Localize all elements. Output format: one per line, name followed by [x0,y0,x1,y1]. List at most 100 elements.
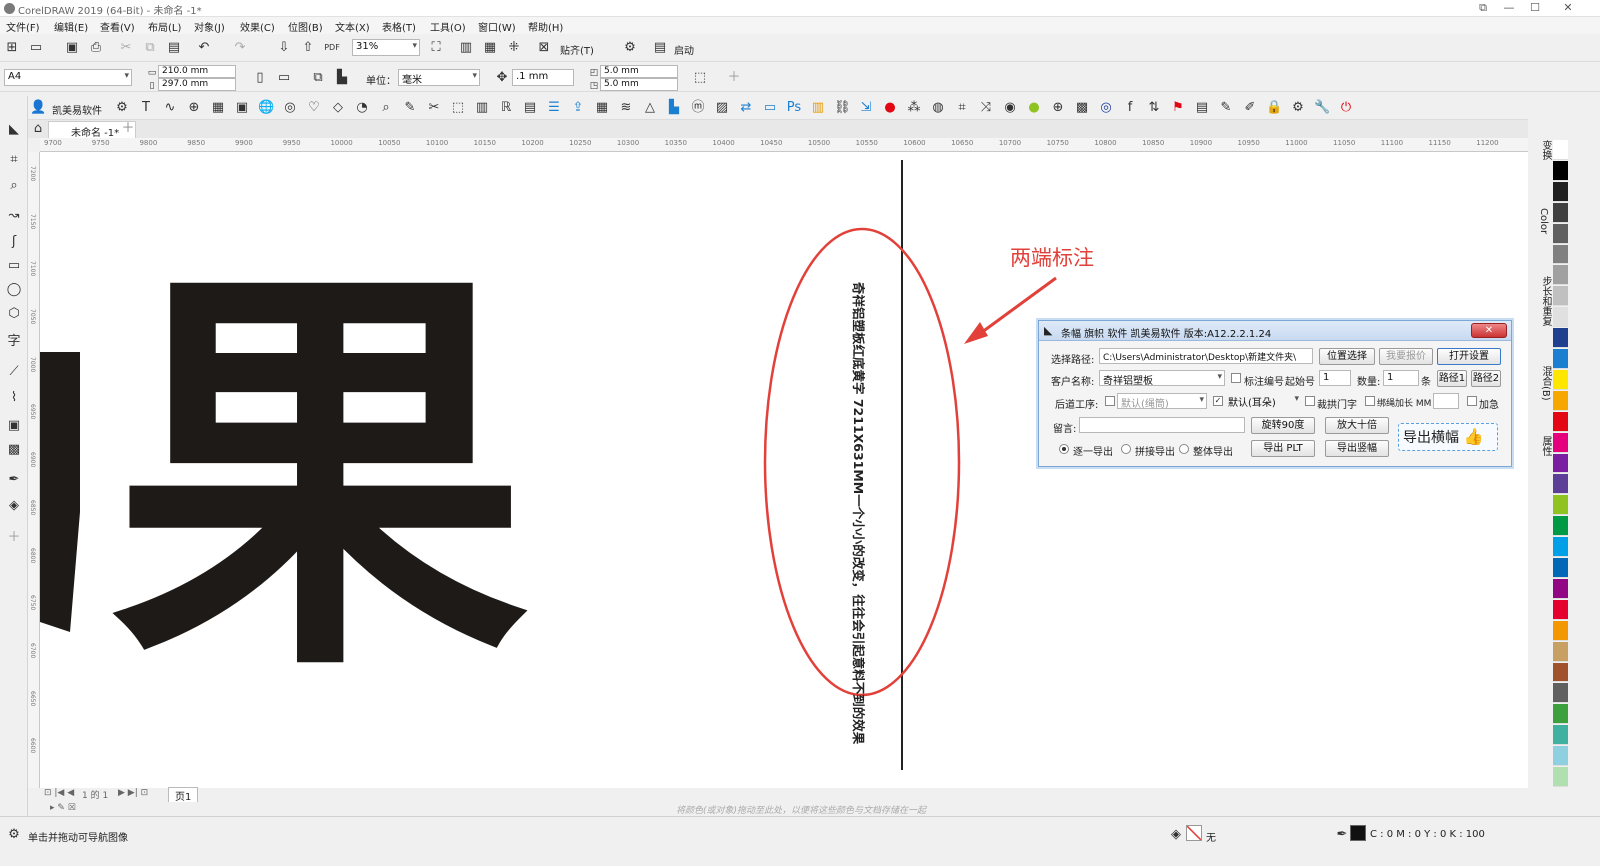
palette-swatch[interactable] [1553,725,1568,746]
add-icon[interactable]: ＋ [726,70,742,86]
duplicate-x-input[interactable]: 5.0 mm [600,65,678,78]
palette-swatch[interactable] [1553,244,1568,265]
copy-icon[interactable]: ⧉ [142,40,158,56]
menu-help[interactable]: 帮助(H) [528,19,563,34]
plugin-matrix-icon[interactable]: ▦ [594,100,610,116]
cut-icon[interactable]: ✂ [118,40,134,56]
nudge-distance-input[interactable]: .1 mm [512,69,574,86]
fill-bucket-icon[interactable]: ◈ [1168,827,1184,843]
palette-swatch[interactable] [1553,286,1568,307]
palette-swatch[interactable] [1553,453,1568,474]
eyedropper-icon[interactable]: ✒ [6,472,22,488]
launch-icon[interactable]: ▤ [652,40,668,56]
plugin-color-icon[interactable]: ● [882,100,898,116]
count-input[interactable]: 1 [1383,370,1419,386]
rulers-icon[interactable]: ▥ [458,40,474,56]
drop-shadow-icon[interactable]: ▣ [6,418,22,434]
add-tool-icon[interactable]: ＋ [6,530,22,546]
docker-tab-properties[interactable]: 属性 [1538,436,1553,456]
docker-tab-transform[interactable]: 变换 [1538,140,1553,160]
parallel-dimension-icon[interactable]: ⟋ [6,364,22,380]
menu-file[interactable]: 文件(F) [6,19,40,34]
palette-swatch[interactable] [1553,160,1568,181]
polygon-tool-icon[interactable]: ⬡ [6,306,22,322]
text-tool-icon[interactable]: 字 [6,334,22,350]
export-each-radio[interactable] [1059,444,1069,454]
palette-swatch[interactable] [1553,767,1568,787]
palette-swatch[interactable] [1553,704,1568,725]
maximize-button[interactable]: ☐ [1522,1,1548,16]
plugin-scissors-icon[interactable]: ✂ [426,100,442,116]
paste-icon[interactable]: ▤ [166,40,182,56]
plugin-m-icon[interactable]: ⓜ [690,100,706,116]
quote-button[interactable]: 我要报价 [1379,348,1433,365]
plugin-power-icon[interactable]: ⏻ [1338,100,1354,116]
locate-button[interactable]: 位置选择 [1319,348,1375,365]
no-fill-swatch[interactable] [1186,825,1202,841]
zoom-tool-icon[interactable]: ⌕ [6,178,22,194]
palette-swatch[interactable] [1553,328,1568,349]
plugin-link-icon[interactable]: ⛓ [834,100,851,116]
close-button[interactable]: ✕ [1548,1,1588,16]
plugin-pie-icon[interactable]: ◔ [354,100,370,116]
plugin-arrows-icon[interactable]: ⇅ [1146,100,1162,116]
plugin-bars-icon[interactable]: ▥ [810,100,826,116]
plugin-ev-icon[interactable]: ● [1026,100,1042,116]
plugin-crop-icon[interactable]: ⬚ [450,100,466,116]
transparency-icon[interactable]: ▩ [6,442,22,458]
plugin-image-icon[interactable]: ▨ [714,100,730,116]
plugin-export-icon[interactable]: ⇲ [858,100,874,116]
plugin-bracket-icon[interactable]: ⌗ [954,100,970,116]
options-gear-icon[interactable]: ⚙ [622,40,638,56]
plugin-save-icon[interactable]: ▤ [522,100,538,116]
undo-icon[interactable]: ↶ [196,40,212,56]
palette-swatch[interactable] [1553,390,1568,411]
arch-checkbox[interactable] [1305,396,1315,406]
duplicate-y-input[interactable]: 5.0 mm [600,78,678,91]
plugin-diamond-icon[interactable]: ◇ [330,100,346,116]
plugin-name-label[interactable]: 凯美易软件 [52,102,102,117]
note-input[interactable] [1079,417,1245,433]
palette-swatch[interactable] [1553,265,1568,286]
snap-to-label[interactable]: 贴齐(T) [560,42,594,57]
plugin-dots-icon[interactable]: ⁂ [906,100,922,116]
plugin-triangle-icon[interactable]: △ [642,100,658,116]
palette-swatch[interactable] [1553,140,1568,160]
full-screen-icon[interactable]: ⛶ [428,40,444,56]
palette-swatch[interactable] [1553,307,1568,328]
print-icon[interactable]: ⎙ [88,40,104,56]
palette-swatch[interactable] [1553,516,1568,537]
palette-swatch[interactable] [1553,432,1568,453]
palette-swatch[interactable] [1553,620,1568,641]
partial-character-shape[interactable] [40,352,80,632]
plugin-settings-icon[interactable]: ⚙ [1290,100,1306,116]
post-ear-select[interactable]: 默认(耳朵) [1225,393,1301,409]
palette-swatch[interactable] [1553,474,1568,495]
plugin-lock-icon[interactable]: 🔒 [1266,100,1282,116]
menu-edit[interactable]: 编辑(E) [54,19,88,34]
palette-swatch[interactable] [1553,202,1568,223]
menu-window[interactable]: 窗口(W) [478,19,516,34]
plugin-flag-icon[interactable]: ⚑ [1170,100,1186,116]
plugin-globe-icon[interactable]: 🌐 [258,100,274,116]
palette-swatch[interactable] [1553,537,1568,558]
rectangle-tool-icon[interactable]: ▭ [6,258,22,274]
plugin-ring-icon[interactable]: ◎ [1098,100,1114,116]
palette-tools[interactable]: ▸ ✎ ☒ [50,803,76,813]
plugin-doc-icon[interactable]: ▤ [1194,100,1210,116]
grid-icon[interactable]: ▦ [482,40,498,56]
menu-view[interactable]: 查看(V) [100,19,135,34]
path-input[interactable]: C:\Users\Administrator\Desktop\新建文件夹\ [1099,348,1313,364]
big-character-guo[interactable]: 果 [110,233,530,722]
plugin-chart-icon[interactable]: ▙ [666,100,682,116]
palette-swatch[interactable] [1553,181,1568,202]
outline-color-swatch[interactable] [1350,825,1366,841]
urgent-checkbox[interactable] [1467,396,1477,406]
palette-swatch[interactable] [1553,558,1568,578]
customer-select[interactable]: 奇祥铝塑板 [1099,370,1225,386]
page-size-select[interactable]: A4 [4,69,132,86]
plugin-shuffle-icon[interactable]: ⤨ [978,100,994,116]
connector-tool-icon[interactable]: ⌇ [6,390,22,406]
new-tab-icon[interactable]: ＋ [120,121,136,137]
all-pages-icon[interactable]: ⧉ [310,70,326,86]
